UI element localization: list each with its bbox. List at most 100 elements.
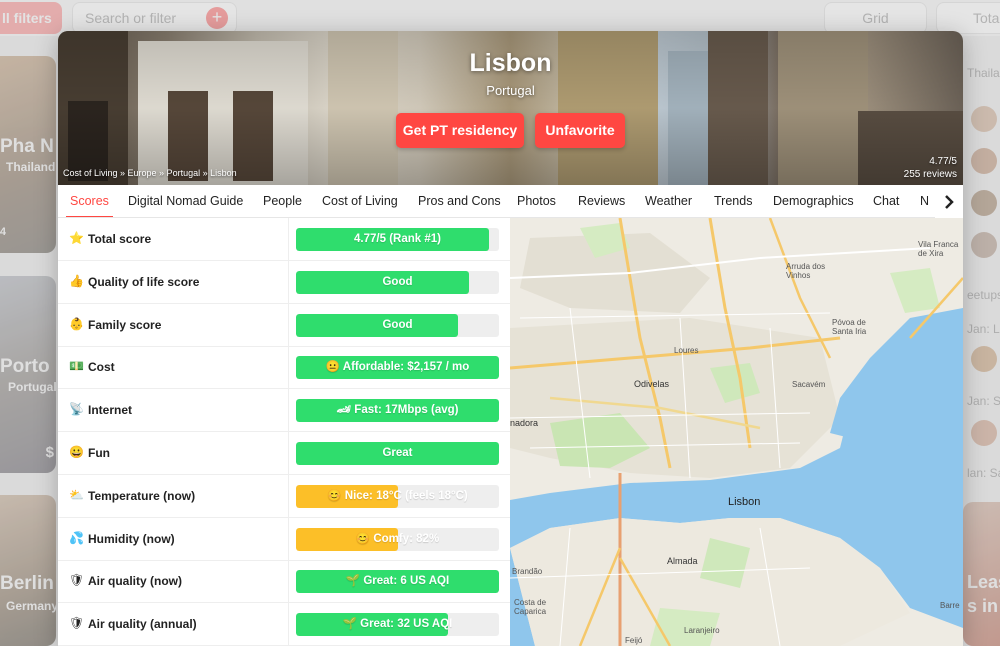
hero-rating: 4.77/5 255 reviews [904, 155, 957, 181]
tab-bar: Scores Digital Nomad Guide People Cost o… [58, 185, 963, 218]
score-row[interactable]: 😀 Fun Great [58, 432, 510, 475]
cell-divider [288, 218, 289, 261]
map-label-vila-franca: Vila Franca de Xira [918, 240, 959, 258]
score-bar: 😊 Nice: 18°C (feels 18°C) [296, 484, 499, 508]
score-label: Family score [88, 317, 162, 332]
tab-chat[interactable]: Chat [873, 185, 899, 217]
map-label-amadora: nadora [510, 418, 539, 428]
map-label-laranjeiro: Laranjeiro [684, 626, 720, 635]
score-bar: Good [296, 313, 499, 337]
score-bar: 😐 Affordable: $2,157 / mo [296, 356, 499, 380]
map-label-loures: Loures [674, 346, 699, 355]
score-value: 😊 Comfy: 82% [355, 532, 440, 545]
score-value: 🏎 Fast: 17Mbps (avg) [336, 404, 459, 417]
score-bar: 🏎 Fast: 17Mbps (avg) [296, 399, 499, 423]
breadcrumb[interactable]: Cost of Living » Europe » Portugal » Lis… [63, 168, 237, 178]
city-map[interactable]: Lisbon Odivelas Almada Sacavém Loures na… [510, 218, 963, 646]
tab-trends[interactable]: Trends [714, 185, 752, 217]
review-count[interactable]: 255 reviews [904, 168, 957, 181]
baby-icon: 👶 [69, 316, 84, 331]
map-label-lisbon: Lisbon [728, 496, 761, 508]
city-title: Lisbon [469, 49, 552, 77]
score-label: Temperature (now) [88, 488, 196, 503]
chevron-right-icon [945, 195, 954, 209]
score-value: 😐 Affordable: $2,157 / mo [325, 361, 470, 374]
city-country: Portugal [486, 83, 535, 98]
unfavorite-button[interactable]: Unfavorite [535, 113, 625, 148]
score-label: Humidity (now) [88, 531, 175, 546]
score-row[interactable]: 📡 Internet 🏎 Fast: 17Mbps (avg) [58, 389, 510, 433]
map-label-feijo: Feijó [625, 636, 643, 645]
score-value: Good [382, 275, 413, 288]
score-label: Cost [88, 360, 115, 375]
tab-cost-of-living[interactable]: Cost of Living [322, 185, 398, 217]
score-row[interactable]: 🛡 Air quality (now) 🌱 Great: 6 US AQI [58, 560, 510, 604]
score-bar: Great [296, 442, 499, 465]
tab-demographics[interactable]: Demographics [773, 185, 854, 217]
map-label-arruda: Arruda dos Vinhos [786, 262, 826, 280]
get-residency-button[interactable]: Get PT residency [396, 113, 524, 148]
tab-people[interactable]: People [263, 185, 302, 217]
cell-divider [288, 389, 289, 433]
cell-divider [288, 517, 289, 561]
score-label: Total score [88, 232, 152, 246]
score-value: 😊 Nice: 18°C (feels 18°C) [327, 489, 468, 502]
score-row[interactable]: ⛅ Temperature (now) 😊 Nice: 18°C (feels 18… [58, 474, 510, 518]
score-row[interactable]: 💵 Cost 😐 Affordable: $2,157 / mo [58, 346, 510, 390]
money-icon: 💵 [69, 359, 84, 374]
tab-digital-nomad-guide[interactable]: Digital Nomad Guide [128, 185, 243, 217]
smile-icon: 😀 [69, 445, 84, 459]
score-row[interactable]: 👍 Quality of life score Good [58, 260, 510, 304]
score-row[interactable]: 👶 Family score Good [58, 303, 510, 347]
star-icon: ⭐ [69, 231, 84, 245]
thumbs-up-icon: 👍 [69, 273, 84, 288]
cell-divider [288, 346, 289, 390]
map-label-almada: Almada [667, 556, 698, 566]
score-label: Quality of life score [88, 274, 200, 289]
map-label-costa-de-caparica: Costa de Caparica [514, 598, 547, 616]
tab-weather[interactable]: Weather [645, 185, 692, 217]
score-value: 4.77/5 (Rank #1) [354, 233, 441, 245]
score-label: Fun [88, 446, 110, 460]
score-row[interactable]: ⭐ Total score 4.77/5 (Rank #1) [58, 218, 510, 261]
tab-pros-and-cons[interactable]: Pros and Cons [418, 185, 501, 217]
score-label: Air quality (annual) [88, 617, 197, 632]
cell-divider [288, 560, 289, 604]
city-modal: Lisbon Portugal Get PT residency Unfavor… [58, 31, 963, 646]
score-bar: 4.77/5 (Rank #1) [296, 228, 499, 251]
score-bar: Good [296, 270, 499, 294]
shield-icon: 🛡 [69, 616, 85, 631]
shield-icon: 🛡 [69, 573, 85, 588]
map-label-sacavem: Sacavém [792, 380, 826, 389]
score-label: Air quality (now) [88, 574, 182, 589]
tab-photos[interactable]: Photos [517, 185, 556, 217]
score-value: Good [382, 318, 413, 331]
cell-divider [288, 603, 289, 646]
map-label-barreiro: Barre [940, 601, 960, 610]
map-label-povoa: Póvoa de Santa Iria [832, 318, 867, 336]
score-bar: 🌱 Great: 6 US AQI [296, 570, 499, 594]
score-row[interactable]: 💦 Humidity (now) 😊 Comfy: 82% [58, 517, 510, 561]
cell-divider [288, 260, 289, 304]
droplets-icon: 💦 [69, 530, 84, 545]
score-bar: 🌱 Great: 32 US AQI [296, 613, 499, 637]
tab-reviews[interactable]: Reviews [578, 185, 625, 217]
hero-banner: Lisbon Portugal Get PT residency Unfavor… [58, 31, 963, 185]
map-label-brandao: Brandão [512, 567, 543, 576]
weather-icon: ⛅ [69, 487, 84, 502]
tab-scores[interactable]: Scores [66, 185, 113, 217]
map-label-odivelas: Odivelas [634, 379, 670, 389]
cell-divider [288, 474, 289, 518]
score-value: Great [382, 447, 413, 459]
tab-next[interactable]: N [920, 185, 929, 217]
score-value: 🌱 Great: 32 US AQI [342, 618, 453, 631]
satellite-icon: 📡 [69, 402, 84, 417]
scores-table: ⭐ Total score 4.77/5 (Rank #1) 👍 Quality of … [58, 218, 510, 646]
score-bar: 😊 Comfy: 82% [296, 527, 499, 551]
rating-value: 4.77/5 [929, 156, 957, 167]
score-value: 🌱 Great: 6 US AQI [345, 575, 450, 588]
score-row[interactable]: 🛡 Air quality (annual) 🌱 Great: 32 US AQI [58, 603, 510, 646]
tabs-scroll-right-button[interactable] [935, 185, 963, 218]
score-label: Internet [88, 403, 133, 418]
cell-divider [288, 303, 289, 347]
